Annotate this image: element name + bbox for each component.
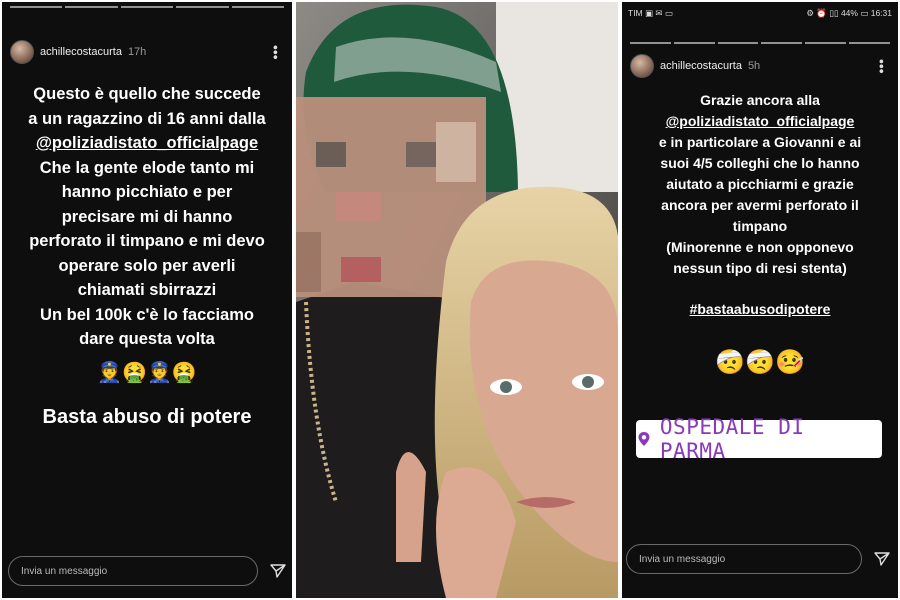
mention-link[interactable]: @poliziadistato_officialpage: [12, 131, 282, 156]
username[interactable]: achillecostacurta: [660, 60, 742, 72]
message-placeholder: Invia un messaggio: [21, 565, 108, 577]
avatar[interactable]: [630, 54, 654, 78]
story-line: timpano: [732, 218, 788, 234]
more-vertical-icon[interactable]: •••: [268, 45, 284, 60]
send-icon[interactable]: [270, 563, 286, 579]
mention-link[interactable]: @poliziadistato_officialpage: [632, 111, 888, 132]
story-header: achillecostacurta 5h •••: [630, 54, 890, 78]
left-story-screenshot: achillecostacurta 17h ••• Questo è quell…: [2, 2, 292, 598]
photo-illustration: [296, 2, 618, 598]
story-line: Grazie ancora alla: [700, 92, 820, 108]
story-text: Grazie ancora alla @poliziadistato_offic…: [632, 90, 888, 376]
hashtag-link[interactable]: #bastaabusodipotere: [632, 299, 888, 320]
story-line: a un ragazzino di 16 anni dalla: [28, 109, 266, 128]
selfie-photo: [296, 2, 618, 598]
story-line: Questo è quello che succede: [33, 85, 261, 103]
story-line: (Minorenne e non opponevo: [666, 239, 854, 255]
message-placeholder: Invia un messaggio: [639, 553, 726, 565]
phone-status-bar: TIM ▣ ✉ ▭ ⚙ ⏰ ▯▯ 44% ▭ 16:31: [628, 6, 892, 20]
emoji-row: 🤕🤕🤒: [715, 349, 805, 376]
location-pin-icon: [638, 432, 650, 446]
avatar[interactable]: [10, 40, 34, 64]
closing-line: Basta abuso di potere: [42, 405, 252, 428]
right-story-screenshot: TIM ▣ ✉ ▭ ⚙ ⏰ ▯▯ 44% ▭ 16:31 achillecost…: [622, 2, 898, 598]
story-time: 17h: [127, 46, 147, 58]
story-line: operare solo per averli: [58, 256, 236, 275]
story-line: hanno picchiato e per: [61, 183, 233, 201]
story-line: Un bel 100k c'è lo facciamo: [40, 305, 254, 324]
message-input[interactable]: Invia un messaggio: [626, 544, 862, 574]
story-line: e in particolare a Giovanni e ai: [658, 134, 862, 150]
story-text: Questo è quello che succede a un ragazzi…: [12, 82, 282, 430]
story-progress-bars: [10, 6, 285, 8]
story-progress-bars: [630, 42, 890, 44]
send-icon[interactable]: [874, 551, 890, 567]
status-right: ⚙ ⏰ ▯▯ 44% ▭ 16:31: [806, 7, 892, 18]
story-header: achillecostacurta 17h •••: [10, 40, 284, 64]
message-input[interactable]: Invia un messaggio: [8, 556, 258, 586]
story-line: ancora per avermi perforato il: [661, 197, 859, 213]
username[interactable]: achillecostacurta: [40, 46, 122, 58]
story-line: nessun tipo di resi stenta): [673, 260, 847, 276]
story-line: perforato il timpano e mi devo: [29, 232, 265, 250]
story-time: 5h: [747, 60, 761, 72]
status-left: TIM ▣ ✉ ▭: [628, 7, 673, 18]
story-line: chiamati sbirrazzi: [77, 281, 217, 299]
story-line: suoi 4/5 colleghi che lo hanno: [660, 155, 860, 171]
story-line: dare questa volta: [79, 330, 215, 348]
location-sticker[interactable]: OSPEDALE DI PARMA: [636, 415, 882, 463]
location-name: OSPEDALE DI PARMA: [659, 415, 805, 463]
more-vertical-icon[interactable]: •••: [874, 59, 890, 74]
story-line: Che la gente elode tanto mi: [39, 158, 255, 177]
story-line: precisare mi di hanno: [61, 207, 233, 226]
emoji-row: 👮🤮👮🤮: [97, 361, 197, 384]
story-line: aiutato a picchiarmi e grazie: [666, 176, 854, 192]
